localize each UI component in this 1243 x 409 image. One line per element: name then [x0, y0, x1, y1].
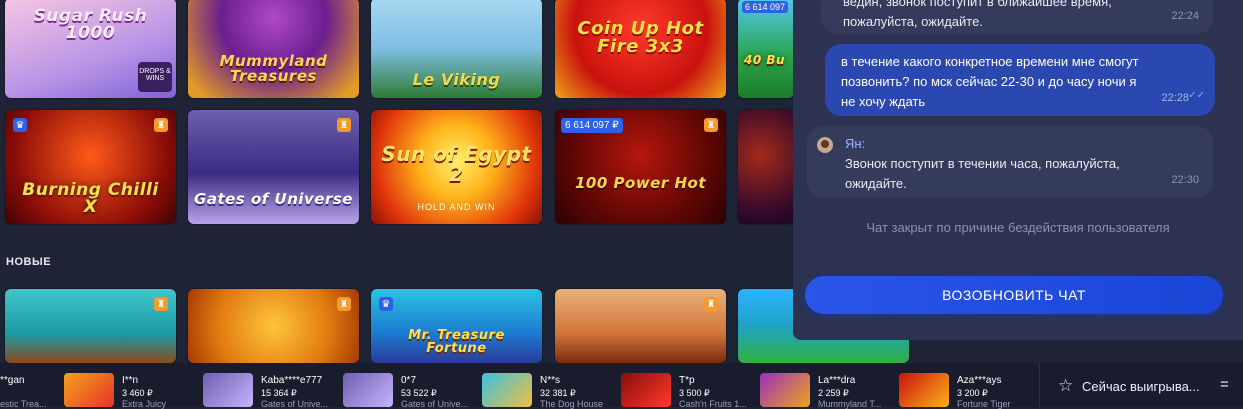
operator-name: Ян:	[845, 136, 866, 151]
win-user: I**n	[122, 375, 139, 386]
win-game: Cash'n Fruits 1...	[679, 399, 747, 409]
message-text: в течение какого конкретное времени мне …	[841, 54, 1139, 109]
message-text: Звонок поступит в течении часа, пожалуйс…	[845, 156, 1120, 191]
win-user: T*p	[679, 375, 695, 386]
win-item[interactable]: 0*7 53 522 ₽ Gates of Unive...	[343, 363, 473, 409]
menu-icon[interactable]: =	[1220, 376, 1229, 393]
game-thumbnail	[203, 373, 253, 407]
operator-avatar	[817, 137, 833, 153]
operator-message: Ян: Звонок поступит в течении часа, пожа…	[807, 126, 1213, 198]
jackpot-amount: 6 614 097	[742, 1, 789, 13]
operator-message: ведин, звонок поступит в ближайшее время…	[821, 0, 1213, 34]
game-thumbnail	[482, 373, 532, 407]
win-user: La***dra	[818, 375, 856, 386]
message-time: 22:24	[1171, 10, 1199, 22]
game-title: Sun of Egypt 2	[381, 142, 532, 186]
win-item[interactable]: N**s 32 381 ₽ The Dog House	[482, 363, 612, 409]
game-thumbnail	[64, 373, 114, 407]
drops-wins-badge: DROPS & WINS	[138, 62, 172, 92]
win-game: Gates of Unive...	[261, 399, 329, 409]
win-game: Fortune Tiger	[957, 399, 1011, 409]
win-amount: 53 522 ₽	[401, 388, 437, 398]
game-tile-100-power-hot[interactable]: 6 614 097 ₽ ♜ 100 Power Hot	[555, 110, 726, 224]
tournament-icon: ♜	[154, 297, 168, 311]
star-icon: ☆	[1058, 376, 1074, 395]
resume-chat-button[interactable]: ВОЗОБНОВИТЬ ЧАТ	[805, 276, 1223, 314]
game-title: Mummyland Treasures	[219, 52, 328, 85]
win-user: 0*7	[401, 375, 417, 386]
game-title: Mr. Treasure Fortune	[408, 328, 505, 356]
game-thumbnail	[621, 373, 671, 407]
tournament-icon: ♜	[704, 297, 718, 311]
game-tile-triple-spirit[interactable]: ♜	[188, 289, 359, 363]
win-amount: 32 381 ₽	[540, 388, 576, 398]
win-amount: 15 364 ₽	[261, 388, 297, 398]
chat-closed-notice: Чат закрыт по причине бездействия пользо…	[866, 220, 1170, 235]
win-amount: 3 500 ₽	[679, 388, 710, 398]
win-user: Aza***ays	[957, 375, 1002, 386]
game-tile-spartan[interactable]: ♜	[555, 289, 726, 363]
game-thumbnail	[899, 373, 949, 407]
game-title: Burning Chilli X	[22, 180, 159, 217]
tournament-icon: ♜	[337, 118, 351, 132]
game-tile-gates-universe[interactable]: ♜ Gates of Universe	[188, 110, 359, 224]
win-item[interactable]: La***dra 2 259 ₽ Mummyland T...	[760, 363, 890, 409]
win-item[interactable]: Aza***ays 3 200 ₽ Fortune Tiger	[899, 363, 1029, 409]
game-thumbnail	[760, 373, 810, 407]
win-amount: 2 259 ₽	[818, 388, 849, 398]
game-title: Coin Up Hot Fire 3x3	[577, 18, 704, 57]
game-tile-bigger-bass[interactable]: ♜	[5, 289, 176, 363]
win-game: Mummyland T...	[818, 399, 882, 409]
win-item[interactable]: I**n 3 460 ₽ Extra Juicy	[64, 363, 194, 409]
user-message: в течение какого конкретное времени мне …	[825, 44, 1215, 116]
section-new-label: НОВЫЕ	[6, 256, 52, 268]
game-title: 40 Bu	[744, 53, 786, 67]
tournament-icon: ♜	[704, 118, 718, 132]
win-game: Gates of Unive...	[401, 399, 469, 409]
win-item[interactable]: T*p 3 500 ₽ Cash'n Fruits 1...	[621, 363, 751, 409]
message-text: ведин, звонок поступит в ближайшее время…	[843, 0, 1112, 29]
support-chat-panel: ведин, звонок поступит в ближайшее время…	[793, 0, 1243, 340]
win-game: Extra Juicy	[122, 399, 167, 409]
tournament-icon: ♜	[154, 118, 168, 132]
win-item[interactable]: **gan estic Trea...	[0, 363, 62, 409]
game-title: Sugar Rush 1000	[33, 6, 148, 43]
exclusive-icon: ♛	[13, 118, 27, 132]
game-tile-40-bu[interactable]: 6 614 097 40 Bu	[738, 0, 794, 98]
win-game: The Dog House	[540, 399, 604, 409]
game-tile-mummyland[interactable]: Mummyland Treasures	[188, 0, 359, 98]
win-amount: 3 460 ₽	[122, 388, 153, 398]
game-tile-sun-of-egypt[interactable]: Sun of Egypt 2 HOLD AND WIN	[371, 110, 542, 224]
win-game: estic Trea...	[0, 399, 47, 409]
message-time: 22:30	[1171, 174, 1199, 186]
win-user: **gan	[0, 375, 25, 386]
game-title: 100 Power Hot	[574, 174, 706, 192]
tournament-icon: ♜	[337, 297, 351, 311]
game-thumbnail	[343, 373, 393, 407]
win-user: Kaba****e777	[261, 375, 323, 386]
game-tile-mr-treasure[interactable]: ♛ Mr. Treasure Fortune	[371, 289, 542, 363]
game-tile-le-viking[interactable]: Le Viking	[371, 0, 542, 98]
win-item[interactable]: Kaba****e777 15 364 ₽ Gates of Unive...	[203, 363, 333, 409]
win-amount: 3 200 ₽	[957, 388, 988, 398]
game-tile-coin-up[interactable]: Coin Up Hot Fire 3x3	[555, 0, 726, 98]
message-time: 22:28	[1161, 92, 1189, 104]
jackpot-badge: 6 614 097 ₽	[561, 118, 623, 133]
game-tile-partial[interactable]	[738, 110, 794, 224]
game-title: Gates of Universe	[194, 190, 353, 208]
now-winning-label: Сейчас выигрыва...	[1082, 379, 1200, 394]
now-winning-toggle[interactable]: ☆ Сейчас выигрыва... =	[1039, 363, 1243, 407]
game-subtitle: HOLD AND WIN	[417, 202, 496, 212]
read-check-icon: ✓✓	[1188, 90, 1205, 101]
game-title: Le Viking	[412, 70, 501, 89]
exclusive-icon: ♛	[379, 297, 393, 311]
game-tile-sugar-rush[interactable]: Sugar Rush 1000 DROPS & WINS	[5, 0, 176, 98]
game-tile-burning-chilli[interactable]: ♛ ♜ Burning Chilli X	[5, 110, 176, 224]
win-user: N**s	[540, 375, 561, 386]
